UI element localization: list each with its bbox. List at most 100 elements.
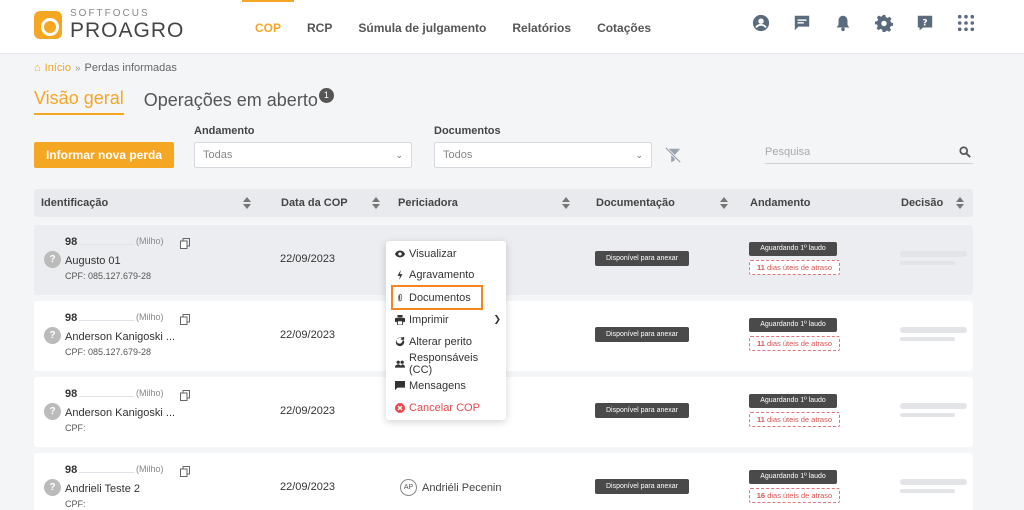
app-logo[interactable]: SOFTFOCUS PROAGRO — [34, 9, 184, 41]
breadcrumb-home[interactable]: Início — [45, 62, 71, 74]
redacted-id — [79, 320, 134, 321]
menu-item-label: Visualizar — [409, 247, 457, 260]
menu-item-visualizar[interactable]: Visualizar — [395, 245, 499, 262]
menu-item-documentos[interactable]: Documentos — [391, 285, 483, 310]
sort-icon[interactable] — [372, 197, 380, 209]
breadcrumb-separator: » — [74, 62, 81, 74]
breadcrumb-current: Perdas informadas — [84, 62, 177, 74]
tab-visao-geral[interactable]: Visão geral — [34, 88, 124, 115]
tab-operacoes-label: Operações em aberto — [143, 90, 318, 110]
sort-icon[interactable] — [243, 197, 251, 209]
row-context-menu: Visualizar Agravamento Documentos Imprim… — [386, 241, 506, 420]
menu-item-mensagens[interactable]: Mensagens — [395, 377, 499, 394]
clear-filter-icon[interactable] — [664, 146, 682, 164]
producer-cpf: CPF: — [65, 499, 86, 509]
doc-status-badge: Disponível para anexar — [595, 251, 689, 266]
refresh-icon — [395, 336, 405, 346]
late-badge: 11 dias úteis de atraso — [749, 260, 840, 275]
breadcrumb: ⌂ Início » Perdas informadas — [34, 62, 177, 74]
nav-item-cop[interactable]: COP — [242, 0, 295, 54]
col-data-cop[interactable]: Data da COP — [281, 189, 348, 217]
chevron-down-icon: ⌄ — [395, 150, 403, 160]
row-crop: (Milho) — [136, 464, 164, 474]
nav-item-relatorios[interactable]: Relatórios — [499, 0, 584, 54]
documentos-label: Documentos — [434, 125, 501, 137]
col-identificacao[interactable]: Identificação — [41, 189, 108, 217]
late-badge: 11 dias úteis de atraso — [749, 336, 840, 351]
row-id: 98 — [65, 464, 78, 476]
group-icon — [395, 360, 405, 368]
top-bar: SOFTFOCUS PROAGRO COP RCP Súmula de julg… — [0, 0, 1024, 54]
col-andamento[interactable]: Andamento — [750, 189, 811, 217]
decision-placeholder — [900, 489, 955, 493]
new-loss-button[interactable]: Informar nova perda — [34, 142, 174, 168]
user-circle-icon[interactable] — [750, 14, 771, 35]
menu-item-label: Agravamento — [409, 268, 475, 281]
copy-icon[interactable] — [180, 236, 190, 249]
home-icon[interactable]: ⌂ — [34, 62, 41, 74]
andamento-badge: Aguardando 1º laudo — [749, 242, 837, 256]
doc-status-badge: Disponível para anexar — [595, 479, 689, 494]
late-days: 11 — [756, 415, 765, 424]
periciadora-cell: AP Andriéli Pecenin — [400, 479, 502, 496]
menu-item-responsaveis[interactable]: Responsáveis (CC) — [395, 352, 499, 376]
menu-item-cancelar-cop[interactable]: Cancelar COP — [395, 399, 499, 416]
copy-icon[interactable] — [180, 388, 190, 401]
logo-title: PROAGRO — [70, 19, 185, 42]
row-id: 98 — [65, 312, 78, 324]
cop-date: 22/09/2023 — [280, 481, 336, 493]
sort-icon[interactable] — [562, 197, 570, 209]
redacted-id — [79, 396, 134, 397]
sort-icon[interactable] — [720, 197, 728, 209]
cop-date: 22/09/2023 — [280, 405, 336, 417]
row-crop: (Milho) — [136, 312, 164, 322]
header-actions: ? — [750, 14, 976, 35]
menu-item-imprimir[interactable]: Imprimir ❯ — [395, 311, 501, 328]
late-badge: 16 dias úteis de atraso — [749, 488, 840, 503]
help-icon[interactable]: ? — [914, 14, 935, 35]
unknown-avatar-icon: ? — [44, 403, 61, 420]
apps-grid-icon[interactable] — [955, 14, 976, 35]
sort-icon[interactable] — [956, 197, 964, 209]
late-text: dias úteis de atraso — [766, 415, 833, 424]
cop-date: 22/09/2023 — [280, 329, 336, 341]
col-documentacao[interactable]: Documentação — [596, 189, 675, 217]
row-crop: (Milho) — [136, 388, 164, 398]
eye-icon — [395, 250, 405, 257]
unknown-avatar-icon: ? — [44, 251, 61, 268]
cop-date: 22/09/2023 — [280, 253, 336, 265]
table-header: Identificação Data da COP Periciadora Do… — [34, 189, 973, 217]
decision-placeholder — [900, 251, 967, 257]
producer-cpf: CPF: 085.127.679-28 — [65, 271, 152, 281]
search-box — [765, 142, 973, 164]
nav-item-rcp[interactable]: RCP — [294, 0, 345, 54]
gear-icon[interactable] — [873, 14, 894, 35]
menu-item-alterar-perito[interactable]: Alterar perito — [395, 333, 499, 350]
row-id: 98 — [65, 236, 78, 248]
search-icon[interactable] — [959, 145, 971, 158]
producer-name: Anderson Kanigoski ... — [65, 331, 176, 343]
bell-icon[interactable] — [832, 14, 853, 35]
documentos-select[interactable]: Todos ⌄ — [434, 142, 652, 168]
table-row[interactable]: 98 (Milho) ? Andrieli Teste 2 CPF: 22/09… — [34, 453, 973, 510]
doc-status-badge: Disponível para anexar — [595, 327, 689, 342]
col-periciadora[interactable]: Periciadora — [398, 189, 458, 217]
chat-icon[interactable] — [791, 14, 812, 35]
copy-icon[interactable] — [180, 464, 190, 477]
andamento-select[interactable]: Todas ⌄ — [194, 142, 412, 168]
tab-operacoes-em-aberto[interactable]: Operações em aberto 1 — [143, 88, 334, 115]
search-input[interactable] — [765, 146, 945, 158]
producer-name: Augusto 01 — [65, 255, 121, 267]
menu-item-agravamento[interactable]: Agravamento — [395, 266, 499, 283]
late-badge: 11 dias úteis de atraso — [749, 412, 840, 427]
nav-item-cotacoes[interactable]: Cotações — [584, 0, 664, 54]
decision-placeholder — [900, 413, 955, 417]
copy-icon[interactable] — [180, 312, 190, 325]
late-text: dias úteis de atraso — [767, 491, 833, 500]
nav-item-sumula[interactable]: Súmula de julgamento — [345, 0, 499, 54]
producer-name: Anderson Kanigoski ... — [65, 407, 176, 419]
late-text: dias úteis de atraso — [766, 263, 833, 272]
col-decisao[interactable]: Decisão — [901, 189, 943, 217]
andamento-value: Todas — [203, 149, 233, 161]
printer-icon — [395, 314, 405, 325]
